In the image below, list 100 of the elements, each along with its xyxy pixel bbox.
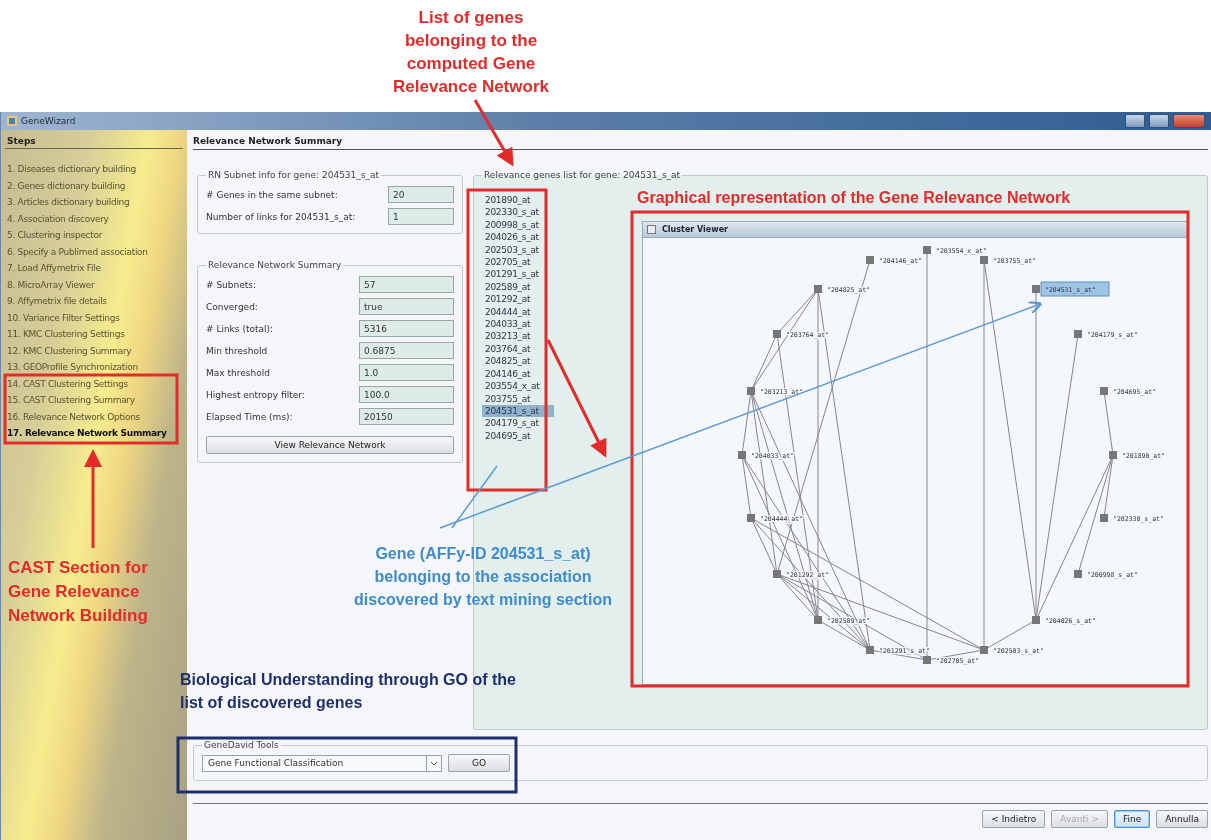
field-label: # Links (total): xyxy=(206,323,274,334)
app-icon xyxy=(7,116,17,126)
gene-item[interactable]: 204695_at xyxy=(482,429,554,443)
maximize-icon[interactable] xyxy=(1149,114,1169,128)
gene-item[interactable]: 203755_at xyxy=(482,392,554,405)
step-item[interactable]: 3. Articles dictionary building xyxy=(5,194,183,211)
network-node[interactable] xyxy=(773,330,781,338)
value-field[interactable]: 57 xyxy=(359,276,454,293)
network-node[interactable] xyxy=(1100,387,1108,395)
group-title: GeneDavid Tools xyxy=(203,740,280,750)
step-item[interactable]: 6. Specify a Publimed association xyxy=(5,243,183,260)
network-node[interactable] xyxy=(1074,570,1082,578)
gene-item[interactable]: 204033_at xyxy=(482,318,554,331)
gene-item[interactable]: 200998_s_at xyxy=(482,218,554,232)
network-node[interactable] xyxy=(1109,451,1117,459)
network-node[interactable] xyxy=(923,656,931,664)
arrow xyxy=(473,99,514,167)
gene-item[interactable]: 204531_s_at xyxy=(482,404,554,418)
gene-item[interactable]: 204444_at xyxy=(482,305,554,319)
gene-item[interactable]: 201292_at xyxy=(482,293,554,306)
value-field[interactable]: 20 xyxy=(388,186,454,203)
nav-button[interactable]: Annulla xyxy=(1156,810,1208,828)
annotation-text: CAST Section for Gene Relevance Network Building xyxy=(8,557,149,627)
network-node[interactable] xyxy=(814,616,822,624)
gene-item[interactable]: 204179_s_at xyxy=(482,417,554,430)
gene-item[interactable]: 201890_at xyxy=(482,194,554,207)
field-label: Max threshold xyxy=(206,367,270,378)
field-label: Elapsed Time (ms): xyxy=(206,411,293,422)
network-node[interactable] xyxy=(1100,514,1108,522)
step-item[interactable]: 2. Genes dictionary building xyxy=(5,177,183,194)
annotation-text: Graphical representation of the Gene Relevance Network xyxy=(637,188,1072,208)
gene-item[interactable]: 202705_at xyxy=(482,256,554,269)
gene-item[interactable]: 202589_at xyxy=(482,280,554,294)
gene-item[interactable]: 203764_at xyxy=(482,342,554,356)
network-node[interactable] xyxy=(980,256,988,264)
nav-button[interactable]: Fine xyxy=(1113,810,1151,828)
field-label: Converged: xyxy=(206,301,258,312)
step-item[interactable]: 7. Load Affymetrix File xyxy=(5,260,183,277)
step-item[interactable]: 8. MicroArray Viewer xyxy=(5,276,183,293)
network-node[interactable] xyxy=(980,646,988,654)
value-field[interactable]: 1 xyxy=(388,208,454,225)
field-label: Min threshold xyxy=(206,345,268,356)
classification-dropdown[interactable]: Gene Functional Classification xyxy=(202,754,442,772)
minimize-icon[interactable] xyxy=(1125,114,1145,128)
gene-item[interactable]: 204146_at xyxy=(482,367,554,381)
gene-item[interactable]: 201291_s_at xyxy=(482,268,554,281)
value-field[interactable]: 5316 xyxy=(359,320,454,337)
nav-button[interactable]: < Indietro xyxy=(982,810,1046,828)
value-field[interactable]: true xyxy=(359,298,454,315)
page-title: Relevance Network Summary xyxy=(193,136,1208,150)
step-item[interactable]: 5. Clustering inspector xyxy=(5,227,183,244)
network-node[interactable] xyxy=(814,285,822,293)
step-item[interactable]: 4. Association discovery xyxy=(5,210,183,227)
view-network-button[interactable]: View Relevance Network xyxy=(206,436,454,454)
step-item[interactable]: 15. CAST Clustering Summary xyxy=(5,392,183,409)
step-item[interactable]: 17. Relevance Network Summary xyxy=(5,425,183,442)
steps-heading: Steps xyxy=(5,136,183,149)
step-item[interactable]: 16. Relevance Network Options xyxy=(5,408,183,425)
step-item[interactable]: 13. GEOProfile Synchronization xyxy=(5,359,183,376)
network-node[interactable] xyxy=(773,570,781,578)
network-node[interactable] xyxy=(1032,285,1040,293)
network-node[interactable] xyxy=(866,256,874,264)
step-item[interactable]: 1. Diseases dictionary building xyxy=(5,161,183,178)
value-field[interactable]: 1.0 xyxy=(359,364,454,381)
network-node[interactable] xyxy=(866,646,874,654)
network-node[interactable] xyxy=(747,387,755,395)
step-item[interactable]: 11. KMC Clustering Settings xyxy=(5,326,183,343)
network-node[interactable] xyxy=(1074,330,1082,338)
go-button[interactable]: GO xyxy=(448,754,510,772)
value-field[interactable]: 0.6875 xyxy=(359,342,454,359)
window-icon xyxy=(647,225,656,234)
group-title: Relevance Network Summary xyxy=(207,260,343,270)
step-item[interactable]: 14. CAST Clustering Settings xyxy=(5,375,183,392)
step-item[interactable]: 12. KMC Clustering Summary xyxy=(5,342,183,359)
gene-item[interactable]: 202503_s_at xyxy=(482,243,554,257)
group-title: RN Subnet info for gene: 204531_s_at xyxy=(207,170,381,180)
step-item[interactable]: 9. Affymetrix file details xyxy=(5,293,183,310)
group-title: Relevance genes list for gene: 204531_s_at xyxy=(483,170,682,180)
field-label: # Genes in the same subnet: xyxy=(206,189,338,200)
network-node[interactable] xyxy=(747,514,755,522)
window-title: GeneWizard xyxy=(21,116,77,126)
value-field[interactable]: 20150 xyxy=(359,408,454,425)
network-node[interactable] xyxy=(1032,616,1040,624)
field-label: Number of links for 204531_s_at: xyxy=(206,211,356,222)
gene-item[interactable]: 203213_at xyxy=(482,330,554,343)
network-node[interactable] xyxy=(923,246,931,254)
field-label: Highest entropy filter: xyxy=(206,389,305,400)
viewer-title: Cluster Viewer xyxy=(662,225,729,234)
gene-item[interactable]: 202330_s_at xyxy=(482,206,554,219)
annotation-text: Biological Understanding through GO of the list of discovered genes xyxy=(180,670,517,713)
annotation-text: Gene (AFFy-ID 204531_s_at) belonging to the association discovered by text mining section xyxy=(353,544,613,610)
close-icon[interactable] xyxy=(1173,114,1205,128)
network-node[interactable] xyxy=(738,451,746,459)
annotation-text: List of genes belonging to the computed Gene Relevance Network xyxy=(392,7,550,98)
gene-item[interactable]: 204026_s_at xyxy=(482,231,554,244)
value-field[interactable]: 100.0 xyxy=(359,386,454,403)
gene-item[interactable]: 203554_x_at xyxy=(482,380,554,393)
step-item[interactable]: 10. Variance Filter Settings xyxy=(5,309,183,326)
gene-item[interactable]: 204825_at xyxy=(482,355,554,368)
field-label: # Subnets: xyxy=(206,279,257,290)
